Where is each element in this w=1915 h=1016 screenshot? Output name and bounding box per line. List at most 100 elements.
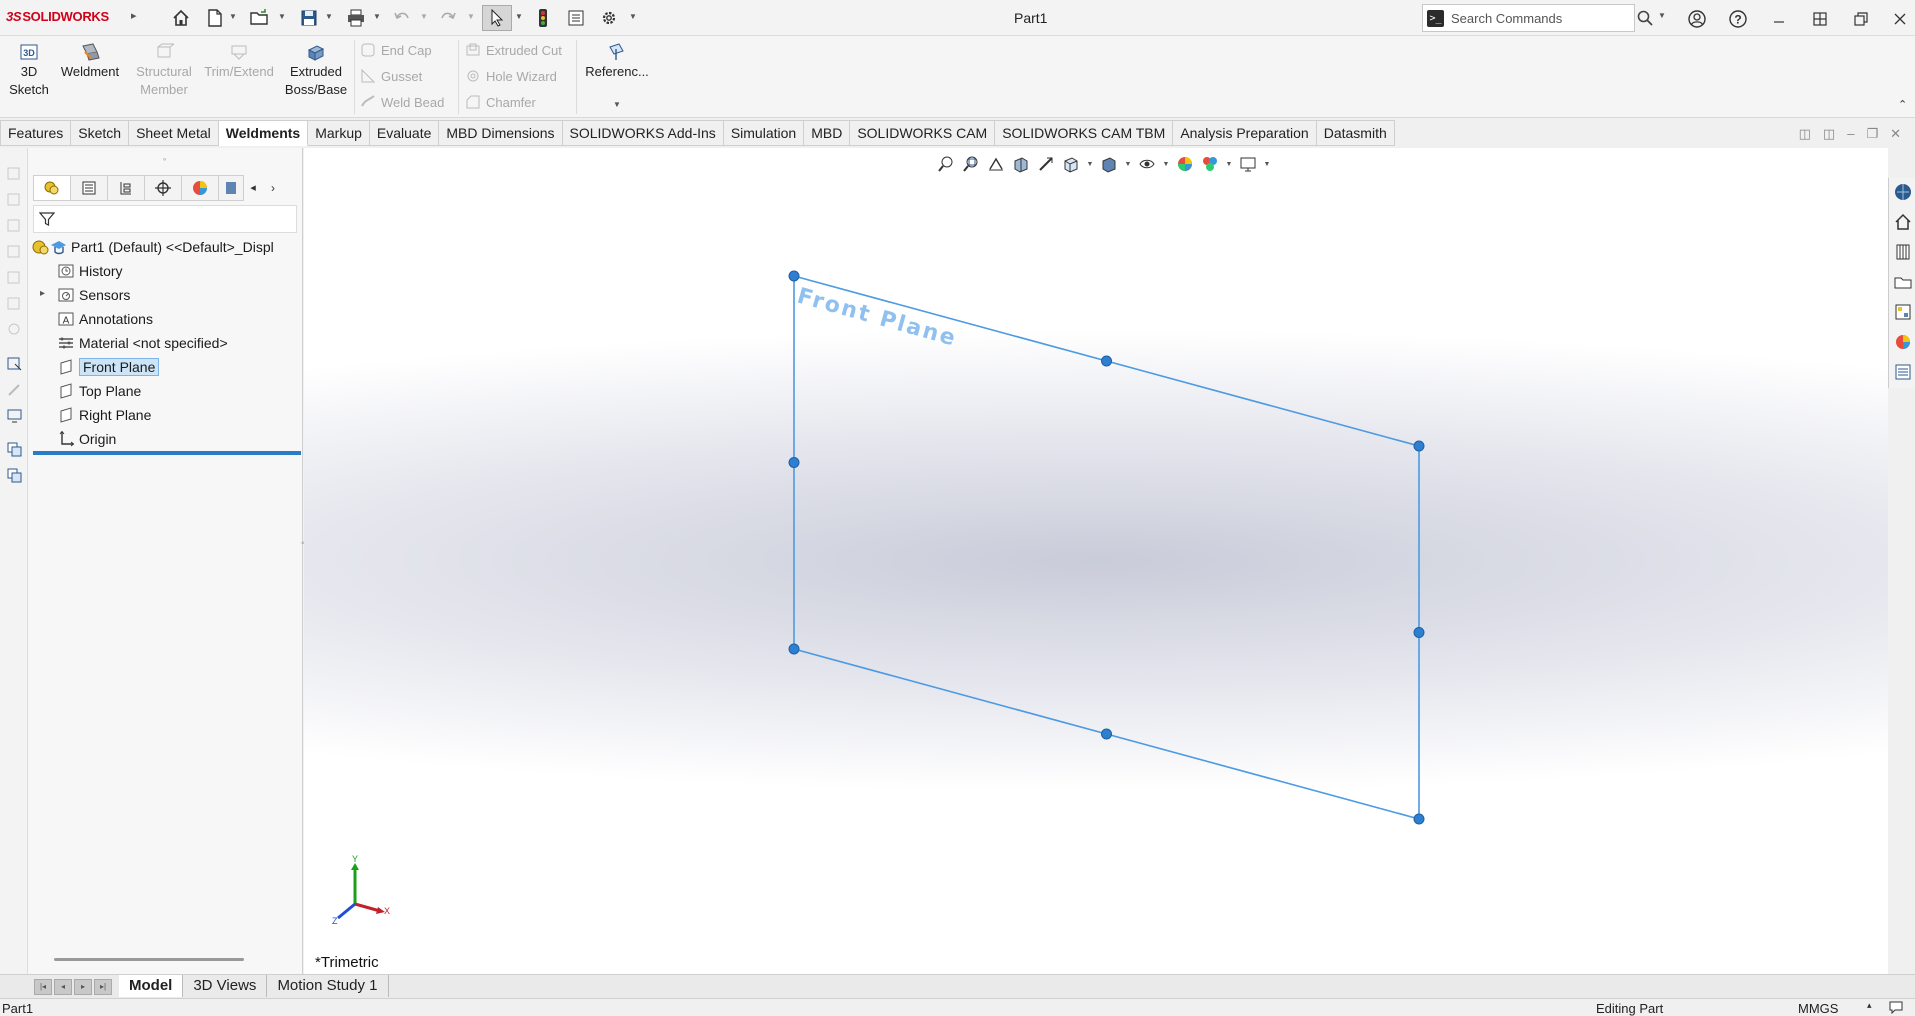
search-commands-input[interactable] [1451,9,1601,28]
horizontal-scrollbar[interactable] [54,958,244,961]
tab-solidworks-cam[interactable]: SOLIDWORKS CAM [850,120,996,146]
copy-tool-icon[interactable] [6,441,23,458]
plane-resize-handle[interactable] [1413,627,1425,638]
disabled-tool-icon[interactable] [6,295,23,312]
status-unit-system[interactable]: MMGS [1798,1001,1838,1016]
hole-wizard-button[interactable]: Hole Wizard [465,68,557,84]
tab-evaluate[interactable]: Evaluate [369,120,440,146]
search-commands-box[interactable]: >_ [1422,4,1653,32]
redo-dropdown-icon[interactable]: ▼ [467,12,475,21]
undo-dropdown-icon[interactable]: ▼ [420,12,428,21]
plane-resize-handle[interactable] [1101,355,1112,367]
3d-sketch-button[interactable]: 3D 3D Sketch [6,42,52,99]
file-properties-icon[interactable] [565,5,587,31]
select-arrow-icon[interactable] [482,5,512,31]
cam-tab[interactable] [218,175,244,201]
search-icon[interactable] [1636,9,1654,30]
dimxpert-tab[interactable] [144,175,182,201]
user-account-icon[interactable] [1686,8,1708,30]
plane-resize-handle[interactable] [1413,813,1425,825]
search-dropdown-icon[interactable]: ▼ [1658,11,1666,20]
front-plane-sketch[interactable]: Front Plane [304,148,1888,974]
tree-item-annotations[interactable]: A Annotations [57,308,153,330]
next-tab-icon[interactable]: ▸ [74,979,92,995]
edit-tool-icon[interactable] [6,381,23,398]
annotations-expand-icon[interactable]: ▸ [40,288,45,299]
doc-restore-icon[interactable]: ❐ [1866,126,1878,142]
weldment-button[interactable]: Weldment [56,42,124,81]
close-icon[interactable] [1889,8,1911,30]
new-dropdown-icon[interactable]: ▼ [229,12,237,21]
tab-mbd[interactable]: MBD [804,120,851,146]
solidworks-logo[interactable]: 3SSOLIDWORKS [6,9,109,24]
save-icon[interactable] [298,5,320,31]
tree-item-material[interactable]: Material <not specified> [57,332,228,354]
last-tab-icon[interactable]: ▸| [94,979,112,995]
configuration-manager-tab[interactable] [107,175,145,201]
reference-geometry-button[interactable]: Referenc... [582,42,652,81]
tab-mbd-dimensions[interactable]: MBD Dimensions [439,120,563,146]
solidworks-resources-icon[interactable] [1893,182,1913,202]
tile-left-icon[interactable]: ◫ [1799,126,1811,142]
solidworks-menu-arrow-icon[interactable]: ▸ [131,9,137,22]
property-manager-tab[interactable] [70,175,108,201]
open-folder-icon[interactable] [248,5,272,31]
tree-item-history[interactable]: History [57,260,123,282]
view-palette-icon[interactable] [1893,302,1913,322]
tabs-scroll-right-icon[interactable]: › [263,175,283,201]
select-dropdown-icon[interactable]: ▼ [515,12,523,21]
home-icon[interactable] [168,5,194,31]
file-explorer-icon[interactable] [1893,272,1913,292]
tab-datasmith[interactable]: Datasmith [1316,120,1395,146]
rebuild-traffic-light-icon[interactable] [532,5,554,31]
tile-windows-icon[interactable] [1809,8,1831,30]
trim-extend-button[interactable]: Trim/Extend [201,42,277,81]
panel-handle-icon[interactable]: ◦ [163,154,166,164]
feature-tree-filter[interactable] [33,205,297,233]
tree-item-right-plane[interactable]: Right Plane [57,404,151,426]
doc-minimize-icon[interactable]: – [1847,126,1854,142]
disabled-tool-icon[interactable] [6,243,23,260]
tab-markup[interactable]: Markup [308,120,370,146]
options-gear-icon[interactable] [598,5,620,31]
tab-weldments[interactable]: Weldments [218,120,309,146]
new-document-icon[interactable] [204,5,226,31]
collapse-command-manager-icon[interactable]: ⌃ [1898,98,1907,111]
redo-icon[interactable] [437,5,459,31]
tree-item-origin[interactable]: Origin [57,428,116,450]
first-tab-icon[interactable]: |◂ [34,979,52,995]
front-plane-outline[interactable] [788,270,1425,825]
home-task-icon[interactable] [1893,212,1913,232]
unit-system-dropdown-icon[interactable]: ▴ [1867,1000,1872,1011]
disabled-tool-icon[interactable] [6,217,23,234]
tile-right-icon[interactable]: ◫ [1823,126,1835,142]
plane-resize-handle[interactable] [788,270,800,282]
bottom-tab-model[interactable]: Model [119,975,184,997]
tab-simulation[interactable]: Simulation [723,120,805,146]
feature-tree-tab[interactable] [33,175,71,201]
undo-icon[interactable] [391,5,413,31]
help-icon[interactable]: ? [1727,8,1749,30]
chamfer-button[interactable]: Chamfer [465,94,536,110]
tree-item-sensors[interactable]: Sensors [57,284,130,306]
plane-resize-handle[interactable] [1101,728,1112,740]
print-icon[interactable] [344,5,368,31]
tab-sketch[interactable]: Sketch [71,120,130,146]
display-tool-icon[interactable] [6,407,23,424]
tab-solidworks-add-ins[interactable]: SOLIDWORKS Add-Ins [562,120,724,146]
sketch-tool-icon[interactable] [6,355,23,372]
doc-close-icon[interactable]: ✕ [1890,126,1901,142]
open-dropdown-icon[interactable]: ▼ [278,12,286,21]
disabled-tool-icon[interactable] [6,165,23,182]
status-messages-icon[interactable] [1888,1000,1904,1014]
tree-root-part[interactable]: Part1 (Default) <<Default>_Displ [31,236,274,258]
weld-bead-button[interactable]: Weld Bead [360,94,444,110]
tabs-scroll-left-icon[interactable]: ◂ [243,175,263,201]
extruded-boss-base-button[interactable]: Extruded Boss/Base [282,42,350,99]
reference-dropdown-icon[interactable]: ▼ [613,100,621,109]
disabled-tool-icon[interactable] [6,191,23,208]
graphics-area[interactable]: ▼ ▼ ▼ ▼ ▼ Front Plane Y X Z *Trimetric [304,148,1888,974]
prev-tab-icon[interactable]: ◂ [54,979,72,995]
structural-member-button[interactable]: Structural Member [130,42,198,99]
tab-analysis-preparation[interactable]: Analysis Preparation [1173,120,1317,146]
